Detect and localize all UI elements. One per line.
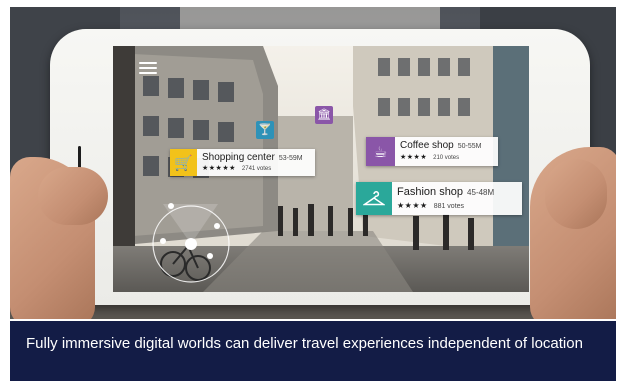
coffee-cup-icon: ☕ — [366, 137, 395, 166]
poi-card-coffee-shop[interactable]: ☕ Coffee shop 50-55M ★★★★ 210 votes — [366, 137, 498, 166]
poi-votes: 881 votes — [433, 203, 465, 210]
smartphone: 🍸 🏛 🛒 Shopping center 53-59M ★★★★★ 2741 vo… — [50, 29, 590, 305]
left-thumb — [38, 167, 108, 225]
poi-distance: 53-59M — [278, 155, 303, 162]
poi-card-fashion-shop[interactable]: Fashion shop 45-48M ★★★★ 881 votes — [356, 182, 522, 215]
clothes-hanger-icon — [356, 182, 392, 215]
poi-rating-stars: ★★★★ — [397, 201, 428, 210]
poi-votes: 2741 votes — [241, 166, 272, 172]
poi-distance: 50-55M — [457, 143, 482, 150]
poi-name: Coffee shop — [400, 140, 454, 151]
caption-bar: Fully immersive digital worlds can deliv… — [10, 321, 616, 381]
poi-rating-stars: ★★★★★ — [202, 165, 236, 172]
caption-text: Fully immersive digital worlds can deliv… — [26, 335, 583, 352]
poi-votes: 210 votes — [433, 155, 460, 161]
poi-name: Shopping center — [202, 152, 275, 163]
right-thumb — [545, 159, 607, 229]
poi-distance: 45-48M — [467, 188, 495, 197]
poi-card-shopping-center[interactable]: 🛒 Shopping center 53-59M ★★★★★ 2741 votes — [170, 149, 315, 176]
hamburger-menu-icon[interactable] — [139, 62, 157, 77]
shopping-cart-icon: 🛒 — [170, 149, 197, 176]
phone-screen: 🍸 🏛 🛒 Shopping center 53-59M ★★★★★ 2741 vo… — [113, 46, 529, 292]
theater-icon[interactable]: 🏛 — [315, 106, 333, 124]
poi-name: Fashion shop — [397, 186, 464, 198]
ar-photo: 🍸 🏛 🛒 Shopping center 53-59M ★★★★★ 2741 vo… — [10, 7, 616, 319]
cocktail-bar-icon[interactable]: 🍸 — [256, 121, 274, 139]
poi-rating-stars: ★★★★ — [400, 154, 428, 161]
